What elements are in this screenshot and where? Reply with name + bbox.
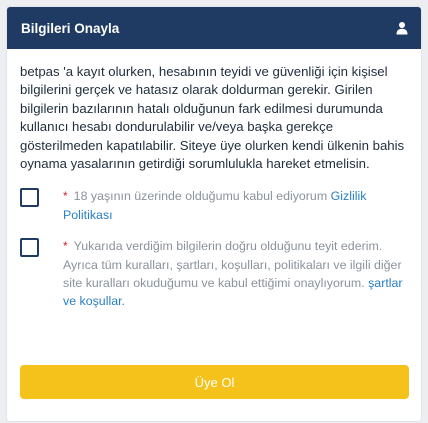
- age-confirm-label: * 18 yaşının üzerinde olduğumu kabul ediy…: [63, 187, 409, 224]
- terms-trailing-period: .: [121, 294, 125, 309]
- user-icon: [395, 21, 409, 35]
- terms-confirm-text: Yukarıda verdiğim bilgilerin doğru olduğ…: [63, 239, 402, 291]
- panel-title: Bilgileri Onayla: [21, 20, 120, 36]
- terms-confirm-label: * Yukarıda verdiğim bilgilerin doğru oldu…: [63, 237, 409, 311]
- panel-header: Bilgileri Onayla: [7, 7, 421, 49]
- register-button[interactable]: Üye Ol: [20, 365, 409, 399]
- age-confirm-checkbox[interactable]: [20, 188, 39, 208]
- confirm-info-panel: Bilgileri Onayla betpas 'a kayıt olurken…: [7, 7, 421, 421]
- terms-confirm-row: * Yukarıda verdiğim bilgilerin doğru oldu…: [20, 237, 409, 311]
- intro-text: betpas 'a kayıt olurken, hesabının teyid…: [20, 64, 405, 172]
- age-confirm-text: 18 yaşının üzerinde olduğumu kabul ediyo…: [73, 189, 328, 204]
- age-confirm-row: * 18 yaşının üzerinde olduğumu kabul ediy…: [20, 187, 409, 224]
- required-asterisk: *: [63, 239, 68, 254]
- terms-confirm-checkbox[interactable]: [20, 238, 39, 258]
- required-asterisk: *: [63, 189, 68, 204]
